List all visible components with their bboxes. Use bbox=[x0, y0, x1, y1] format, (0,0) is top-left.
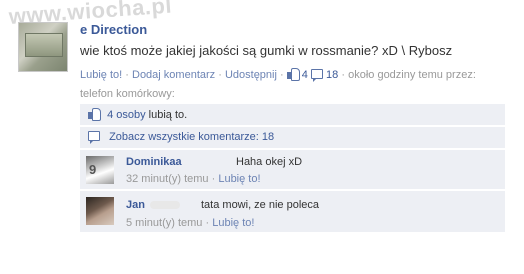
view-all-comments-row[interactable]: Zobacz wszystkie komentarze: 18 bbox=[80, 127, 505, 149]
commenter-avatar[interactable]: 9 bbox=[86, 156, 114, 184]
separator: · bbox=[218, 69, 222, 81]
separator: · bbox=[341, 69, 346, 81]
comment-item: 9 Dominikaa Haha okej xD 32 minut(y) tem… bbox=[80, 150, 505, 190]
likes-summary-text: lubią to. bbox=[145, 109, 188, 121]
comment-timestamp: 5 minut(y) temu bbox=[126, 217, 203, 229]
comment-meta: 32 minut(y) temu · Lubię to! bbox=[126, 173, 261, 185]
post-actions-bar: Lubię to! · Dodaj komentarz · Udostępnij… bbox=[80, 66, 490, 104]
comment-timestamp: 32 minut(y) temu bbox=[126, 173, 209, 185]
like-link[interactable]: Lubię to! bbox=[80, 69, 122, 81]
commenter-name[interactable]: Dominikaa bbox=[126, 156, 182, 168]
comments-count[interactable]: 18 bbox=[326, 69, 338, 81]
comment-bubble-icon bbox=[88, 131, 100, 144]
post-author-avatar[interactable] bbox=[18, 22, 68, 72]
comment-like-link[interactable]: Lubię to! bbox=[212, 217, 254, 229]
avatar-image bbox=[25, 33, 63, 57]
thumbs-up-icon bbox=[88, 108, 101, 121]
separator: · bbox=[125, 69, 129, 81]
comment-meta: 5 minut(y) temu · Lubię to! bbox=[126, 217, 254, 229]
comment-bubble-icon[interactable] bbox=[310, 69, 323, 82]
commenter-name[interactable]: Jan bbox=[126, 199, 145, 211]
post-text: wie ktoś może jakiej jakości są gumki w … bbox=[80, 43, 453, 58]
comment-text: tata mowi, ze nie poleca bbox=[201, 199, 320, 211]
likes-count[interactable]: 4 bbox=[302, 69, 308, 81]
avatar-image: 9 bbox=[89, 162, 97, 177]
view-all-comments-link[interactable]: Zobacz wszystkie komentarze: 18 bbox=[109, 131, 274, 143]
commenter-avatar[interactable] bbox=[86, 197, 114, 225]
share-link[interactable]: Udostępnij bbox=[225, 69, 277, 81]
separator: · bbox=[205, 217, 210, 229]
likers-link[interactable]: 4 osoby bbox=[107, 109, 146, 121]
comment-item: Jan tata mowi, ze nie poleca 5 minut(y) … bbox=[80, 191, 505, 233]
comment-like-link[interactable]: Lubię to! bbox=[218, 173, 260, 185]
thumbs-up-icon[interactable] bbox=[286, 68, 300, 81]
post-author-name[interactable]: e Direction bbox=[80, 22, 147, 37]
likes-summary-row: 4 osoby lubią to. bbox=[80, 104, 505, 126]
separator: · bbox=[280, 69, 284, 81]
comment-text: Haha okej xD bbox=[236, 156, 303, 168]
add-comment-link[interactable]: Dodaj komentarz bbox=[132, 69, 215, 81]
separator: · bbox=[211, 173, 216, 185]
redacted-surname bbox=[150, 201, 180, 209]
